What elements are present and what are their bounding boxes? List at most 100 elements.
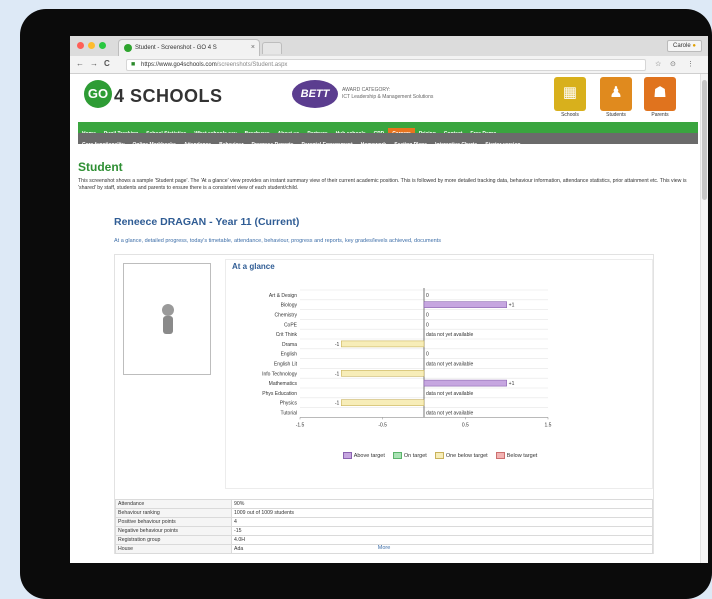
- lock-icon: ■: [131, 61, 136, 68]
- student-panel: At a glance Art & Design 0 Biology +1 Chemis…: [114, 254, 654, 554]
- person-icon: [162, 304, 174, 334]
- x-tick-label: -0.5: [378, 422, 387, 428]
- profile-button[interactable]: Carole ●: [667, 40, 702, 52]
- favicon-icon: [124, 44, 132, 52]
- subnav-core-functionality[interactable]: Core functionality: [78, 139, 129, 144]
- web-page: GO 4 SCHOOLS BETT AWARD CATEGORY: ICT Le…: [70, 74, 708, 563]
- subnav-parental-engagement[interactable]: Parental Engagement: [298, 139, 357, 144]
- more-link[interactable]: More: [115, 545, 653, 551]
- bar-chart: Art & Design 0 Biology +1 Chemistry 0 CoPE 0 Cri…: [262, 288, 552, 428]
- close-tab-icon[interactable]: ×: [251, 44, 255, 51]
- bar: [423, 379, 507, 387]
- category-label: Biology: [281, 303, 298, 309]
- tab-bar: Student - Screenshot - GO 4 S × Carole ●: [70, 36, 708, 56]
- legend-swatch: [495, 452, 505, 459]
- legend-swatch: [392, 452, 402, 459]
- legend-label: Below target: [506, 452, 538, 459]
- data-label: 0: [426, 352, 429, 358]
- legend-label: On target: [403, 452, 427, 459]
- data-label: 0: [426, 313, 429, 319]
- subnav-progress-reports[interactable]: Progress Reports: [248, 139, 298, 144]
- back-icon[interactable]: ←: [76, 59, 84, 68]
- subnav-seating-plans[interactable]: Seating Plans: [390, 139, 431, 144]
- url-host: https://www.go4schools.com: [141, 62, 217, 68]
- stat-value: -15: [231, 526, 653, 536]
- school-icon[interactable]: ▦: [554, 77, 586, 111]
- legend-item: One below target: [434, 452, 488, 459]
- quick-link-label[interactable]: Schools: [554, 112, 586, 118]
- category-label: Art & Design: [269, 293, 297, 299]
- subnav-homework[interactable]: Homework: [357, 139, 391, 144]
- award-category-name: ICT Leadership & Management Solutions: [342, 94, 434, 100]
- data-label: -1: [335, 371, 340, 377]
- subnav-attendance[interactable]: Attendance: [180, 139, 215, 144]
- new-tab-button[interactable]: [262, 42, 282, 54]
- scrollbar[interactable]: [700, 74, 708, 563]
- table-row: Behaviour ranking 1009 out of 1009 studen…: [115, 508, 653, 518]
- category-label: English: [281, 352, 298, 358]
- browser-menu-icon[interactable]: ⋮: [687, 60, 694, 68]
- reload-icon[interactable]: C: [104, 59, 110, 68]
- subnav-online-markbooks[interactable]: Online Markbooks: [129, 139, 180, 144]
- stat-value: 4.0H: [231, 535, 653, 545]
- x-tick-label: 1.5: [545, 422, 552, 428]
- parents-icon[interactable]: ☗: [644, 77, 676, 111]
- url-input[interactable]: ■ https://www.go4schools.com/screenshots…: [126, 59, 646, 71]
- secondary-nav: Core functionalityOnline MarkbooksAttend…: [78, 133, 698, 144]
- address-bar: ← → C ■ https://www.go4schools.com/scree…: [70, 56, 708, 74]
- category-label: CoPE: [284, 322, 298, 328]
- data-label: -1: [335, 401, 340, 407]
- data-label: +1: [509, 303, 515, 309]
- forward-icon[interactable]: →: [90, 59, 98, 68]
- tab-title: Student - Screenshot - GO 4 S: [135, 45, 217, 51]
- bookmark-star-icon[interactable]: ☆: [655, 60, 661, 68]
- data-label: 0: [426, 322, 429, 328]
- student-heading: Reneece DRAGAN - Year 11 (Current): [114, 216, 300, 228]
- device-frame: Student - Screenshot - GO 4 S × Carole ●…: [20, 9, 712, 599]
- site-logo-text[interactable]: 4 SCHOOLS: [114, 86, 223, 107]
- legend-swatch: [342, 452, 352, 459]
- bar: [423, 301, 507, 309]
- subnav-behaviour[interactable]: Behaviour: [215, 139, 247, 144]
- stat-value: 90%: [231, 499, 653, 509]
- bar: [341, 399, 425, 406]
- at-a-glance-chart: At a glance Art & Design 0 Biology +1 Chemis…: [225, 259, 653, 489]
- page-title: Student: [78, 160, 123, 174]
- subnav-starter-version[interactable]: Starter version: [481, 139, 524, 144]
- extension-icon[interactable]: ⊙: [670, 60, 676, 68]
- quick-link-label[interactable]: Students: [600, 112, 632, 118]
- stat-value: 1009 out of 1009 students: [231, 508, 653, 518]
- stat-label: Negative behaviour points: [115, 526, 232, 536]
- stat-label: Registration group: [115, 535, 232, 545]
- category-label: Drama: [282, 342, 297, 348]
- award-category-heading: AWARD CATEGORY:: [342, 87, 391, 93]
- award-category: AWARD CATEGORY: ICT Leadership & Managem…: [342, 87, 433, 101]
- student-sections-links[interactable]: At a glance, detailed progress, today's …: [114, 238, 441, 244]
- data-label: data not yet available: [426, 391, 473, 397]
- x-tick-label: -1.5: [296, 422, 305, 428]
- legend-item: On target: [392, 452, 427, 459]
- scrollbar-thumb[interactable]: [702, 80, 707, 200]
- bar: [341, 370, 425, 377]
- student-photo: [123, 263, 211, 375]
- category-label: Mathematics: [269, 381, 298, 387]
- profile-name: Carole: [673, 43, 691, 49]
- legend-item: Above target: [342, 452, 385, 459]
- table-row: Registration group 4.0H: [115, 535, 653, 545]
- data-label: data not yet available: [426, 411, 473, 417]
- legend-swatch: [434, 452, 444, 459]
- stat-label: Positive behaviour points: [115, 517, 232, 527]
- subnav-interactive-charts[interactable]: Interactive Charts: [431, 139, 481, 144]
- quick-link-label[interactable]: Parents: [644, 112, 676, 118]
- browser-tab[interactable]: Student - Screenshot - GO 4 S ×: [118, 39, 260, 56]
- table-row: Attendance 90%: [115, 499, 653, 509]
- minimize-window-button[interactable]: [88, 42, 95, 49]
- data-label: 0: [426, 293, 429, 299]
- data-label: data not yet available: [426, 332, 473, 338]
- legend-label: One below target: [445, 452, 488, 459]
- zoom-window-button[interactable]: [99, 42, 106, 49]
- close-window-button[interactable]: [77, 42, 84, 49]
- chart-legend: Above target On target One below target Bel…: [226, 452, 654, 459]
- site-logo-icon[interactable]: GO: [84, 80, 112, 108]
- student-icon[interactable]: ♟: [600, 77, 632, 111]
